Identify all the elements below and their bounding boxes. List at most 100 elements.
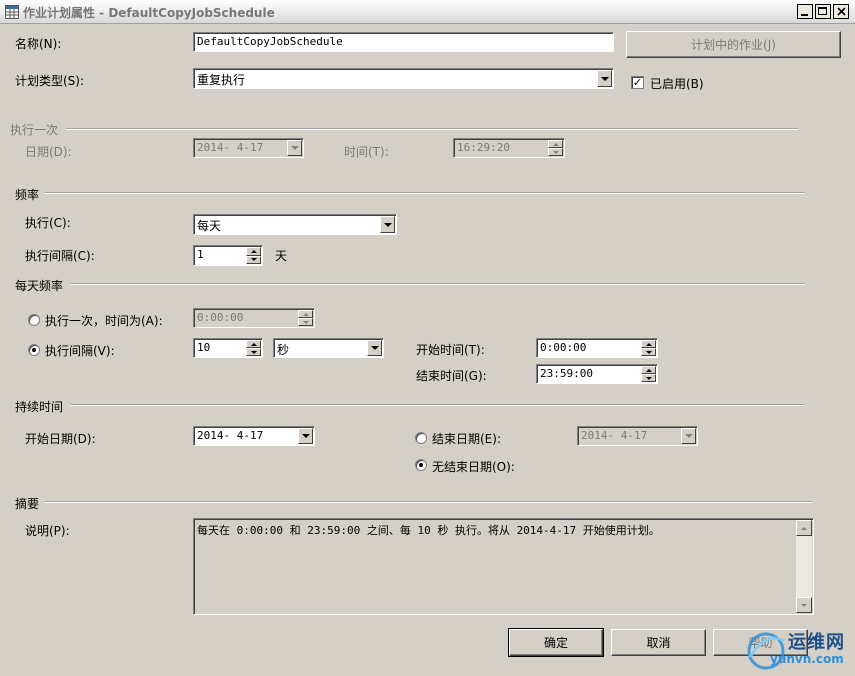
recurs-every-label: 执行间隔(C): (25, 249, 95, 263)
maximize-button[interactable] (815, 4, 831, 19)
cancel-button[interactable]: 取消 (611, 629, 706, 656)
scroll-up-icon (801, 526, 807, 530)
minimize-button[interactable] (797, 4, 813, 19)
chevron-down-icon (370, 346, 379, 350)
end-date-radio[interactable] (415, 432, 427, 444)
recurs-every-spinner[interactable]: 1 (193, 245, 263, 266)
spin-up-icon[interactable] (246, 340, 261, 348)
occurs-select[interactable]: 每天 (193, 214, 397, 235)
recurs-every-value: 1 (197, 248, 204, 261)
chevron-down-icon (383, 222, 392, 227)
start-time-spinner[interactable]: 0:00:00 (536, 338, 658, 358)
schedule-grid-icon (5, 5, 19, 19)
scroll-down-button[interactable] (796, 597, 812, 613)
one-time-date-picker: 2014- 4-17 (193, 138, 304, 158)
name-label: 名称(N): (15, 37, 62, 51)
spin-down-icon[interactable] (641, 374, 656, 382)
close-icon (836, 7, 846, 16)
occurs-once-radio[interactable] (28, 314, 40, 326)
schedule-type-select[interactable]: 重复执行 (193, 68, 614, 89)
occurs-every-unit-dropdown-button[interactable] (367, 340, 382, 356)
end-date-value: 2014- 4-17 (581, 429, 648, 442)
daily-frequency-section-title: 每天频率 (15, 279, 64, 293)
occurs-every-value: 10 (197, 341, 211, 354)
occurs-dropdown-button[interactable] (380, 216, 395, 233)
one-time-time-value: 16:29:20 (457, 141, 510, 154)
end-time-spin-buttons[interactable] (641, 366, 656, 382)
end-time-spinner[interactable]: 23:59:00 (536, 364, 658, 384)
enabled-label: 已启用(B) (650, 77, 704, 91)
spin-down-icon (298, 318, 313, 326)
occurs-every-radio[interactable] (28, 344, 40, 356)
duration-divider (70, 404, 805, 406)
duration-section-title: 持续时间 (15, 400, 64, 414)
description-textarea[interactable]: 每天在 0:00:00 和 23:59:00 之间、每 10 秒 执行。将从 2… (193, 518, 814, 615)
description-label: 说明(P): (25, 524, 70, 538)
radio-selected-dot (419, 463, 423, 467)
schedule-type-dropdown-button[interactable] (597, 70, 612, 87)
occurs-every-unit-value: 秒 (277, 343, 290, 357)
one-time-time-label: 时间(T): (344, 145, 389, 159)
scroll-up-button[interactable] (796, 520, 812, 536)
spin-up-icon[interactable] (641, 340, 656, 348)
occurs-every-spinner[interactable]: 10 (193, 338, 263, 358)
start-time-spin-buttons[interactable] (641, 340, 656, 356)
ok-button[interactable]: 确定 (508, 628, 604, 657)
end-date-picker: 2014- 4-17 (577, 426, 698, 446)
dialog-window: 作业计划属性 - DefaultCopyJobSchedule 名称(N): D… (0, 0, 855, 676)
end-date-dropdown-button (681, 428, 696, 444)
close-button[interactable] (833, 4, 849, 19)
title-bar: 作业计划属性 - DefaultCopyJobSchedule (0, 0, 855, 24)
radio-selected-dot (32, 348, 36, 352)
one-time-time-spin-buttons (548, 140, 563, 156)
one-time-date-label: 日期(D): (25, 145, 72, 159)
no-end-date-radio[interactable] (415, 459, 427, 471)
schedule-type-label: 计划类型(S): (15, 74, 85, 88)
spin-down-icon[interactable] (641, 348, 656, 356)
occurs-every-label: 执行间隔(V): (45, 344, 115, 358)
spin-up-icon[interactable] (246, 247, 261, 256)
description-scrollbar[interactable] (796, 520, 812, 613)
checkmark-icon: ✓ (632, 76, 643, 89)
chevron-down-icon (684, 434, 693, 438)
one-time-date-value: 2014- 4-17 (197, 141, 264, 154)
spin-down-icon[interactable] (246, 255, 261, 264)
occurs-label: 执行(C): (25, 216, 71, 230)
occurs-every-spin-buttons[interactable] (246, 340, 261, 356)
chevron-down-icon (600, 76, 609, 81)
maximize-icon (818, 7, 827, 15)
name-input[interactable]: DefaultCopyJobSchedule (193, 32, 614, 52)
start-date-picker[interactable]: 2014- 4-17 (193, 426, 315, 446)
occurs-once-time-value: 0:00:00 (197, 311, 244, 324)
start-time-value: 0:00:00 (540, 341, 587, 354)
start-date-value: 2014- 4-17 (197, 429, 264, 442)
recurs-every-spin-buttons[interactable] (246, 247, 261, 264)
spin-up-icon (298, 310, 313, 318)
spin-down-icon[interactable] (246, 348, 261, 356)
jobs-in-schedule-button[interactable]: 计划中的作业(J) (626, 31, 841, 58)
no-end-date-label: 无结束日期(O): (432, 460, 515, 474)
enabled-checkbox[interactable]: ✓ (631, 76, 644, 89)
occurs-once-label: 执行一次，时间为(A): (45, 314, 163, 328)
occurs-once-spin-buttons (298, 310, 313, 326)
occurs-once-time-spinner: 0:00:00 (193, 308, 315, 328)
daily-frequency-divider (70, 283, 805, 285)
schedule-type-value: 重复执行 (197, 73, 246, 87)
minimize-icon (801, 13, 808, 16)
summary-divider (45, 501, 812, 503)
recurs-unit-label: 天 (275, 249, 288, 263)
end-date-label: 结束日期(E): (432, 432, 501, 446)
watermark-url: yunvn.com (770, 652, 844, 666)
spin-up-icon (548, 140, 563, 148)
spin-up-icon[interactable] (641, 366, 656, 374)
frequency-divider (45, 192, 805, 194)
chevron-down-icon (301, 434, 310, 438)
start-date-label: 开始日期(D): (25, 432, 96, 446)
occurs-every-unit-select[interactable]: 秒 (273, 338, 384, 358)
start-date-dropdown-button[interactable] (298, 428, 313, 444)
watermark-logo: 运维网 yunvn.com (742, 626, 852, 672)
scroll-down-icon (801, 603, 807, 607)
watermark-title: 运维网 (788, 632, 845, 653)
description-text: 每天在 0:00:00 和 23:59:00 之间、每 10 秒 执行。将从 2… (197, 524, 660, 537)
spin-down-icon (548, 148, 563, 156)
